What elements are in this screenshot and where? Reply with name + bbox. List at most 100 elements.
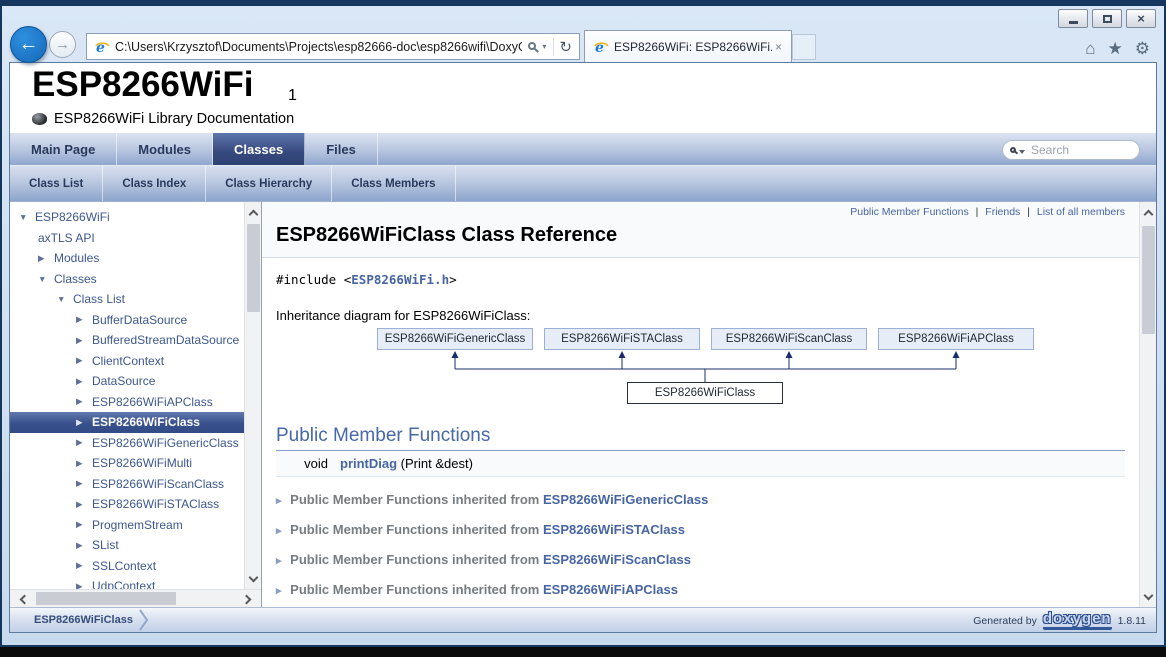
search-icon[interactable] [528, 42, 536, 50]
diagram-parent-class-box[interactable]: ESP8266WiFiGenericClass [377, 328, 533, 350]
sub-tab[interactable]: Class Members [332, 166, 455, 201]
forward-button[interactable]: → [49, 31, 76, 58]
tree-item-label[interactable]: SSLContext [92, 559, 156, 573]
tree-item-label[interactable]: Classes [54, 272, 97, 286]
sidebar-hscroll-thumb[interactable] [36, 592, 176, 605]
tree-item-label[interactable]: BufferDataSource [92, 313, 187, 327]
new-tab-button[interactable] [792, 34, 816, 60]
tree-item-label[interactable]: SList [92, 538, 119, 552]
settings-gear-icon[interactable]: ⚙ [1135, 38, 1150, 60]
tree-item[interactable]: ▶ ESP8266WiFiMulti [10, 453, 244, 474]
tree-item[interactable]: ▶ SList [10, 535, 244, 556]
main-tab[interactable]: Classes [213, 133, 305, 165]
tree-toggle-arrow-icon[interactable]: ▼ [38, 274, 54, 284]
browser-tab[interactable]: e ESP8266WiFi: ESP8266WiFi... × [584, 30, 792, 62]
back-button[interactable]: ← [10, 26, 47, 63]
sidebar-scroll-thumb[interactable] [247, 224, 260, 312]
tree-toggle-arrow-icon[interactable]: ▶ [76, 478, 92, 489]
tree-toggle-arrow-icon[interactable]: ▶ [76, 581, 92, 589]
tree-item[interactable]: ▶ UdpContext [10, 576, 244, 589]
home-icon[interactable]: ⌂ [1085, 38, 1095, 60]
tree-item[interactable]: axTLS API [10, 228, 244, 249]
tree-toggle-arrow-icon[interactable]: ▼ [19, 212, 35, 222]
tree-item[interactable]: ▶ ESP8266WiFiScanClass [10, 474, 244, 495]
diagram-parent-class-box[interactable]: ESP8266WiFiScanClass [711, 328, 867, 350]
tree-item[interactable]: ▶ ESP8266WiFiClass [10, 412, 244, 433]
scroll-left-icon[interactable] [14, 590, 32, 608]
tree-toggle-arrow-icon[interactable]: ▶ [76, 519, 92, 530]
diagram-parent-class-box[interactable]: ESP8266WiFiAPClass [878, 328, 1034, 350]
diagram-parent-class-box[interactable]: ESP8266WiFiSTAClass [544, 328, 700, 350]
main-tab[interactable]: Files [305, 133, 378, 165]
tree-toggle-arrow-icon[interactable]: ▶ [76, 437, 92, 448]
inherited-class-link[interactable]: ESP8266WiFiAPClass [543, 582, 678, 597]
tree-toggle-arrow-icon[interactable]: ▶ [38, 253, 54, 264]
search-dropdown-icon[interactable]: ▾ [542, 42, 546, 51]
inherited-section-header[interactable]: ▸ Public Member Functions inherited from… [276, 552, 1125, 567]
expand-triangle-icon[interactable]: ▸ [276, 525, 282, 537]
content-scroll-thumb[interactable] [1142, 226, 1155, 334]
inherited-class-link[interactable]: ESP8266WiFiGenericClass [543, 492, 708, 507]
tree-toggle-arrow-icon[interactable]: ▶ [76, 499, 92, 510]
tree-item[interactable]: ▶ BufferedStreamDataSource [10, 330, 244, 351]
tree-item-label[interactable]: ESP8266WiFiGenericClass [92, 436, 239, 450]
minimize-button[interactable] [1058, 9, 1088, 28]
content-scroll-down-icon[interactable] [1140, 588, 1157, 605]
tree-toggle-arrow-icon[interactable]: ▶ [76, 396, 92, 407]
expand-triangle-icon[interactable]: ▸ [276, 585, 282, 597]
tree-item[interactable]: ▼ Classes [10, 269, 244, 290]
member-name-link[interactable]: printDiag [340, 456, 397, 471]
tree-item[interactable]: ▼ ESP8266WiFi [10, 207, 244, 228]
tree-toggle-arrow-icon[interactable]: ▶ [76, 458, 92, 469]
tree-item-label[interactable]: axTLS API [38, 231, 95, 245]
tree-toggle-arrow-icon[interactable]: ▶ [76, 417, 92, 428]
tree-item-label[interactable]: UdpContext [92, 579, 155, 589]
url-text[interactable]: C:\Users\Krzysztof\Documents\Projects\es… [115, 40, 522, 54]
tree-toggle-arrow-icon[interactable]: ▶ [76, 376, 92, 387]
sub-tab[interactable]: Class Hierarchy [206, 166, 332, 201]
address-bar[interactable]: e C:\Users\Krzysztof\Documents\Projects\… [86, 33, 580, 60]
tree-item[interactable]: ▼ Class List [10, 289, 244, 310]
tree-item-label[interactable]: BufferedStreamDataSource [92, 333, 239, 347]
tree-toggle-arrow-icon[interactable]: ▶ [76, 540, 92, 551]
favorites-star-icon[interactable]: ★ [1108, 38, 1123, 60]
tree-item-label[interactable]: DataSource [92, 374, 155, 388]
tree-item[interactable]: ▶ ESP8266WiFiAPClass [10, 392, 244, 413]
doc-search-box[interactable]: Search [1002, 140, 1140, 160]
include-file-link[interactable]: ESP8266WiFi.h [351, 272, 449, 287]
summary-link-friends[interactable]: Friends [985, 206, 1020, 218]
content-vertical-scrollbar[interactable] [1139, 202, 1156, 607]
tree-item[interactable]: ▶ DataSource [10, 371, 244, 392]
breadcrumb-item[interactable]: ESP8266WiFiClass [34, 614, 133, 626]
refresh-icon[interactable]: ↻ [559, 38, 572, 56]
doc-search-dropdown-icon[interactable] [1019, 150, 1025, 154]
sidebar-vertical-scrollbar[interactable] [244, 202, 261, 589]
main-tab[interactable]: Modules [117, 133, 213, 165]
tree-item-label[interactable]: ProgmemStream [92, 518, 183, 532]
summary-link-public-members[interactable]: Public Member Functions [850, 206, 968, 218]
content-scroll-up-icon[interactable] [1140, 204, 1157, 221]
inherited-class-link[interactable]: ESP8266WiFiSTAClass [543, 522, 685, 537]
tree-toggle-arrow-icon[interactable]: ▶ [76, 355, 92, 366]
sub-tab[interactable]: Class List [10, 166, 103, 201]
maximize-button[interactable] [1092, 9, 1122, 28]
tree-item[interactable]: ▶ BufferDataSource [10, 310, 244, 331]
tab-close-icon[interactable]: × [772, 40, 785, 54]
inherited-class-link[interactable]: ESP8266WiFiScanClass [543, 552, 691, 567]
tree-item-label[interactable]: ESP8266WiFiClass [92, 415, 200, 429]
tree-item-label[interactable]: ESP8266WiFiSTAClass [92, 497, 219, 511]
scroll-down-icon[interactable] [245, 570, 262, 587]
tree-item-label[interactable]: ESP8266WiFiAPClass [92, 395, 213, 409]
inherited-section-header[interactable]: ▸ Public Member Functions inherited from… [276, 492, 1125, 507]
tree-item-label[interactable]: ESP8266WiFiScanClass [92, 477, 224, 491]
tree-item-label[interactable]: Modules [54, 251, 99, 265]
tree-toggle-arrow-icon[interactable]: ▶ [76, 314, 92, 325]
inherited-section-header[interactable]: ▸ Public Member Functions inherited from… [276, 522, 1125, 537]
scroll-up-icon[interactable] [245, 204, 262, 221]
expand-triangle-icon[interactable]: ▸ [276, 555, 282, 567]
tree-item[interactable]: ▶ ESP8266WiFiSTAClass [10, 494, 244, 515]
tree-toggle-arrow-icon[interactable]: ▶ [76, 335, 92, 346]
tree-item[interactable]: ▶ Modules [10, 248, 244, 269]
tree-item[interactable]: ▶ ProgmemStream [10, 515, 244, 536]
tree-item-label[interactable]: ClientContext [92, 354, 164, 368]
